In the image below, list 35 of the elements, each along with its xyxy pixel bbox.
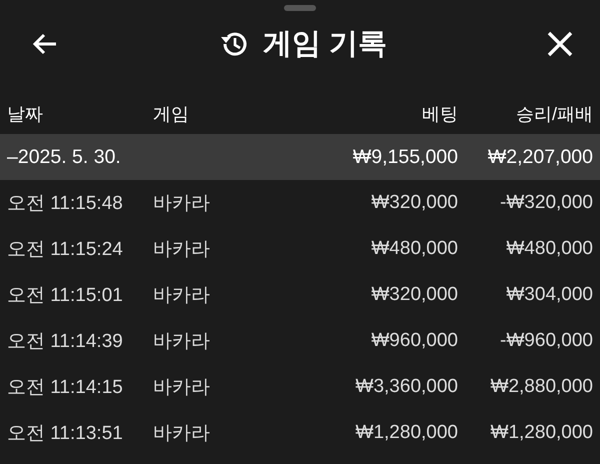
- group-result-total: ₩2,207,000: [486, 146, 593, 168]
- table-cell-text: ₩1,280,000: [354, 422, 458, 444]
- table-cell-text: 오전 11:15:48: [7, 192, 124, 216]
- table-cell-text: ₩960,000: [370, 330, 458, 352]
- group-date: –2025. 5. 30.: [7, 146, 122, 168]
- column-header: 베팅: [421, 103, 458, 126]
- group-bet-total: ₩9,155,000: [352, 146, 458, 168]
- table-cell-text: ₩1,280,000: [490, 422, 593, 444]
- table-cell-text: 오전 11:15:24: [7, 238, 124, 262]
- column-header: 날짜: [7, 103, 44, 126]
- table-cell-text: ₩304,000: [505, 284, 593, 306]
- table-cell-text: 오전 11:14:39: [7, 330, 124, 354]
- table-cell-text: 바카라: [153, 238, 211, 262]
- table-cell-text: 바카라: [153, 330, 211, 354]
- table-cell-text: 오전 11:14:15: [7, 376, 124, 400]
- date-group-row[interactable]: –2025. 5. 30. ₩9,155,000 ₩2,207,000: [0, 134, 600, 180]
- table-cell-text: ₩480,000: [505, 238, 593, 260]
- table-cell-text: 바카라: [153, 376, 211, 400]
- close-button[interactable]: [546, 30, 574, 58]
- table-cell-text: ₩320,000: [370, 192, 458, 214]
- table-cell-text: ₩320,000: [370, 284, 458, 306]
- column-header: 승리/패배: [514, 103, 593, 126]
- column-header: 게임: [153, 103, 190, 126]
- window-title: 게임 기록: [262, 27, 388, 62]
- table-cell-text: ₩2,880,000: [490, 376, 593, 398]
- table-cell-text: -₩320,000: [499, 192, 593, 214]
- table-cell-text: 오전 11:13:51: [7, 422, 124, 446]
- table-cell-text: ₩480,000: [370, 238, 458, 260]
- table-cell-text: -₩960,000: [499, 330, 593, 352]
- table-cell-text: 바카라: [153, 192, 211, 216]
- table-cell-text: 바카라: [153, 284, 211, 308]
- table-cell-text: ₩3,360,000: [354, 376, 458, 398]
- table-cell-text: 오전 11:15:01: [7, 284, 124, 308]
- table-cell-text: 바카라: [153, 422, 211, 446]
- drag-handle[interactable]: [284, 5, 316, 11]
